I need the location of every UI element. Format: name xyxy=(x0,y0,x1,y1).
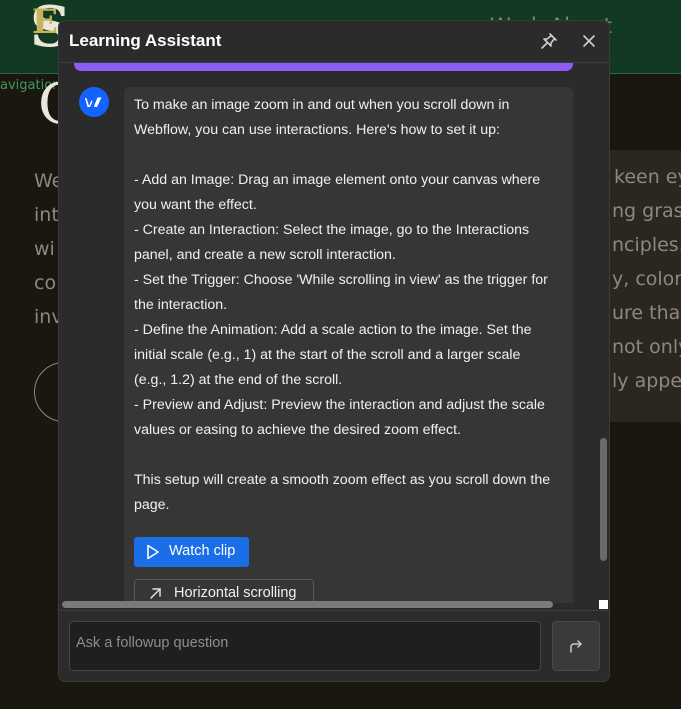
close-icon[interactable] xyxy=(579,31,599,51)
followup-input-box[interactable] xyxy=(69,621,541,671)
background-logo-mark: E xyxy=(32,2,58,42)
reply-arrow-icon xyxy=(568,638,584,658)
background-text-line: nciples. V xyxy=(612,234,681,256)
vertical-scrollbar-thumb[interactable] xyxy=(600,438,607,561)
background-text-line: wi xyxy=(34,238,55,260)
pin-icon[interactable] xyxy=(539,31,559,51)
background-text-line: co xyxy=(34,272,57,294)
background-text-line: y, color t xyxy=(612,268,681,290)
assistant-message-text: To make an image zoom in and out when yo… xyxy=(134,93,554,518)
window-title: Learning Assistant xyxy=(69,31,222,50)
background-text-line: ng grasp xyxy=(612,200,681,222)
horizontal-scrollbar-thumb[interactable] xyxy=(62,601,553,608)
message-paragraph: To make an image zoom in and out when yo… xyxy=(134,97,510,138)
message-paragraph: This setup will create a smooth zoom eff… xyxy=(134,472,551,513)
followup-question-input[interactable] xyxy=(70,622,536,658)
message-step: - Create an Interaction: Select the imag… xyxy=(134,222,530,263)
message-step: - Add an Image: Drag an image element on… xyxy=(134,172,541,213)
assistant-message-bubble: To make an image zoom in and out when yo… xyxy=(124,87,573,603)
window-header: Learning Assistant xyxy=(59,21,609,63)
conversation-scroll-area[interactable]: To make an image zoom in and out when yo… xyxy=(59,63,609,603)
send-button[interactable] xyxy=(552,621,600,671)
scrollbar-corner xyxy=(599,600,608,609)
background-text-line: ure that xyxy=(612,302,681,324)
background-text-line: ly appea xyxy=(612,370,681,392)
webflow-logo-icon xyxy=(79,87,109,117)
user-message-bubble xyxy=(74,63,573,71)
related-lesson-link[interactable]: Horizontal scrolling xyxy=(134,579,314,603)
message-step: - Preview and Adjust: Preview the intera… xyxy=(134,397,545,438)
message-step: - Define the Animation: Add a scale acti… xyxy=(134,322,532,388)
message-step: - Set the Trigger: Choose 'While scrolli… xyxy=(134,272,548,313)
background-text-line: not only xyxy=(612,336,681,358)
watch-clip-label: Watch clip xyxy=(169,543,236,559)
related-lesson-label: Horizontal scrolling xyxy=(174,585,297,601)
learning-assistant-window: Learning Assistant To make an image zoom… xyxy=(59,21,609,681)
background-text-line: keen ey xyxy=(614,166,681,188)
composer-divider xyxy=(59,610,609,611)
watch-clip-button[interactable]: Watch clip xyxy=(134,537,249,567)
play-icon xyxy=(146,544,160,564)
